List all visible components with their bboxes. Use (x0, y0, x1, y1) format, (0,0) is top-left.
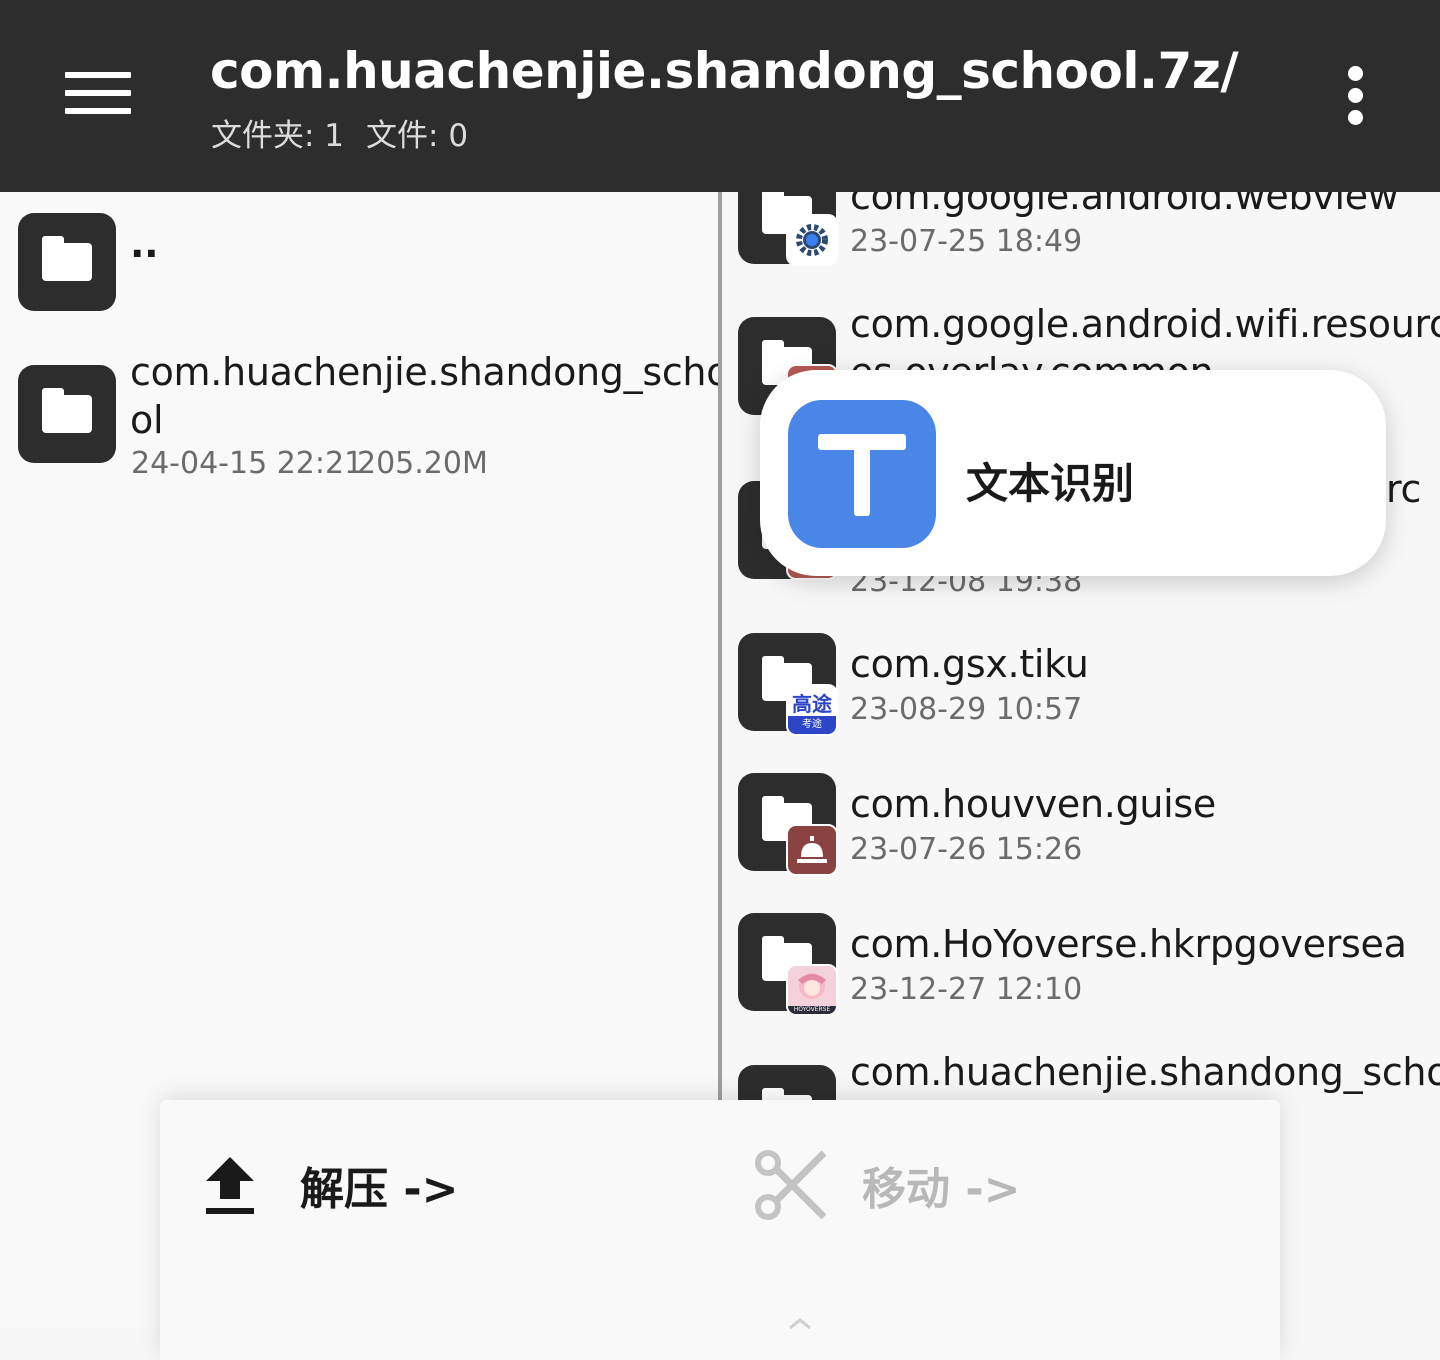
app-bar: com.huachenjie.shandong_school.7z/ 文件夹: … (0, 0, 1440, 192)
text-recognition-popup[interactable]: 文本识别 (760, 370, 1386, 576)
item-name: com.houvven.guise (850, 782, 1217, 826)
gear-icon (786, 214, 838, 266)
item-date: 24-04-15 22:21 (131, 446, 364, 481)
hamburger-menu-icon[interactable] (58, 62, 136, 124)
item-date: 23-07-25 18:49 (850, 224, 1083, 259)
popup-label: 文本识别 (966, 459, 1135, 508)
extract-button[interactable]: 解压 -> (204, 1150, 458, 1220)
item-name: com.HoYoverse.hkrpgoversea (850, 922, 1407, 966)
chevron-up-icon[interactable] (788, 1318, 812, 1330)
bell-icon (786, 824, 838, 876)
item-date: 23-08-29 10:57 (850, 692, 1083, 727)
folder-icon (18, 213, 116, 311)
item-name: com.google.android.wifi.resourc (850, 302, 1440, 346)
bottom-action-sheet: 解压 -> 移动 -> (160, 1100, 1280, 1360)
item-date: 23-07-26 15:26 (850, 832, 1083, 867)
scissors-icon (755, 1150, 826, 1220)
item-name-cont: ol (130, 398, 164, 442)
folder-count: 文件夹: 1 (211, 118, 345, 154)
item-name: com.gsx.tiku (850, 642, 1089, 686)
item-date: 23-12-27 12:10 (850, 972, 1083, 1007)
item-name: rc (1386, 467, 1422, 511)
hoyoverse-app-icon: HOYOVERSE (786, 964, 838, 1016)
item-size: 205.20M (357, 446, 488, 481)
page-subtitle: 文件夹: 1 文件: 0 (211, 110, 490, 155)
page-title: com.huachenjie.shandong_school.7z/ (210, 42, 1239, 100)
file-count: 文件: 0 (366, 118, 469, 154)
move-label: 移动 -> (862, 1164, 1021, 1215)
move-button[interactable]: 移动 -> (754, 1150, 1020, 1220)
gaotu-app-icon: 高途 考途 (786, 684, 838, 736)
item-name: com.huachenjie.shandong_scho (850, 1050, 1440, 1094)
more-vert-icon[interactable] (1330, 58, 1382, 134)
item-name: com.huachenjie.shandong_scho (130, 350, 730, 394)
extract-label: 解压 -> (300, 1164, 459, 1215)
item-name: com.google.android.webview (850, 192, 1399, 218)
text-recognition-icon (788, 400, 936, 548)
folder-icon (18, 365, 116, 463)
item-name: .. (130, 222, 159, 266)
upload-icon (206, 1157, 254, 1214)
